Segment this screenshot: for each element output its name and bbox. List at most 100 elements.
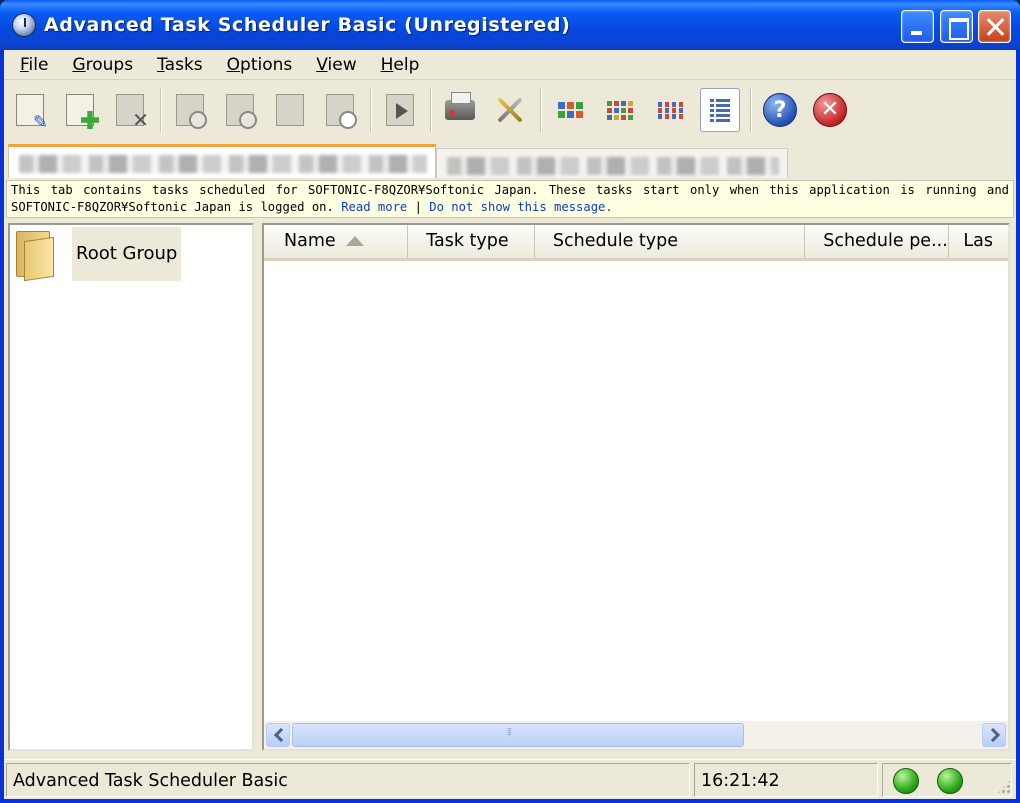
menu-view-mnemonic: V <box>316 54 328 75</box>
small-icons-view-button[interactable] <box>600 88 640 132</box>
column-name-label: Name <box>284 231 336 251</box>
copy-task-button[interactable] <box>60 88 100 132</box>
column-last-run-label: Las <box>963 231 993 251</box>
menu-help-rest: elp <box>393 54 420 75</box>
window-title: Advanced Task Scheduler Basic (Unregiste… <box>44 14 571 36</box>
tab-strip: ▓▓▓▓▓▓▓▓▓▓▓▓▓▓▓▓▓▓▓▓▓▓▓▓▓▓▓▓ ▓▓▓▓▓▓▓▓▓▓▓… <box>4 140 1016 180</box>
status-led-icon <box>937 767 963 794</box>
task-list[interactable]: Name Task type Schedule type Schedule pe… <box>262 223 1010 751</box>
column-schedule-period-label: Schedule pe... <box>823 231 948 251</box>
menu-options[interactable]: Options <box>215 50 305 80</box>
delete-task-button[interactable]: ✕ <box>110 88 150 132</box>
info-separator: | <box>414 200 422 214</box>
menu-tasks[interactable]: Tasks <box>145 50 215 80</box>
tools-icon <box>494 94 526 126</box>
column-task-type-label: Task type <box>426 231 509 251</box>
scroll-thumb[interactable] <box>292 723 744 747</box>
dismiss-message-link[interactable]: Do not show this message. <box>429 200 612 214</box>
print-button[interactable] <box>440 88 480 132</box>
tab-all-users[interactable]: ▓▓▓▓▓▓▓▓▓▓▓▓▓▓▓▓▓▓▓▓▓▓▓▓ <box>436 148 788 178</box>
task-schedule-button[interactable] <box>220 88 260 132</box>
tree-item-root-group[interactable]: Root Group <box>14 227 182 282</box>
large-icons-view-icon <box>557 102 583 118</box>
exit-button[interactable]: ✕ <box>810 88 850 132</box>
client-area: File Groups Tasks Options View Help ✎ ✕ <box>4 50 1016 799</box>
run-task-button[interactable] <box>380 88 420 132</box>
task-properties-icon <box>176 94 207 129</box>
column-header-last-run[interactable]: Las <box>949 225 1008 258</box>
details-view-icon <box>710 98 730 122</box>
task-schedule-icon <box>226 94 257 129</box>
menu-view[interactable]: View <box>304 50 368 80</box>
delete-task-icon: ✕ <box>116 94 149 130</box>
task-export-icon <box>276 94 304 126</box>
scroll-left-button[interactable] <box>266 723 290 747</box>
app-clock-icon[interactable] <box>12 13 36 37</box>
menu-groups[interactable]: Groups <box>60 50 145 80</box>
tools-button[interactable] <box>490 88 530 132</box>
folder-icon <box>14 229 58 282</box>
main-panes: Root Group Name Task type Schedule type … <box>4 221 1016 751</box>
run-task-icon <box>386 94 414 126</box>
task-preview-icon <box>326 94 357 129</box>
menu-bar: File Groups Tasks Options View Help <box>4 50 1016 80</box>
status-led-icon <box>893 767 919 794</box>
large-icons-view-button[interactable] <box>550 88 590 132</box>
toolbar-separator <box>750 88 752 132</box>
menu-groups-mnemonic: G <box>72 54 86 75</box>
copy-task-icon <box>66 94 99 129</box>
menu-options-mnemonic: O <box>226 54 241 75</box>
exit-icon: ✕ <box>813 93 847 127</box>
menu-view-rest: iew <box>327 54 357 75</box>
menu-help-mnemonic: H <box>380 54 394 75</box>
menu-file[interactable]: File <box>8 50 60 80</box>
list-view-icon <box>657 101 683 119</box>
task-properties-button[interactable] <box>170 88 210 132</box>
details-view-button[interactable] <box>700 88 740 132</box>
task-export-button[interactable] <box>270 88 310 132</box>
close-button[interactable] <box>978 10 1011 43</box>
list-header: Name Task type Schedule type Schedule pe… <box>264 225 1008 261</box>
column-header-schedule-period[interactable]: Schedule pe... <box>805 225 950 258</box>
tab-label-blurred: ▓▓▓▓▓▓▓▓▓▓▓▓▓▓▓▓▓▓▓▓▓▓▓▓▓▓▓▓ <box>19 155 427 173</box>
maximize-button[interactable] <box>940 10 973 43</box>
task-preview-button[interactable] <box>320 88 360 132</box>
toolbar-separator <box>160 88 162 132</box>
app-window: Advanced Task Scheduler Basic (Unregiste… <box>0 0 1020 803</box>
list-view-button[interactable] <box>650 88 690 132</box>
scroll-right-button[interactable] <box>982 723 1006 747</box>
minimize-button[interactable] <box>901 10 934 43</box>
tab-label-blurred: ▓▓▓▓▓▓▓▓▓▓▓▓▓▓▓▓▓▓▓▓▓▓▓▓ <box>447 157 779 175</box>
small-icons-view-icon <box>607 100 633 120</box>
toolbar-separator <box>540 88 542 132</box>
toolbar: ✎ ✕ ? ✕ <box>4 80 1016 140</box>
menu-options-rest: ptions <box>240 54 293 75</box>
column-header-schedule-type[interactable]: Schedule type <box>535 225 806 258</box>
group-tree[interactable]: Root Group <box>8 223 254 751</box>
toolbar-separator <box>430 88 432 132</box>
status-text: Advanced Task Scheduler Basic <box>6 762 690 797</box>
column-header-name[interactable]: Name <box>264 225 409 258</box>
menu-file-rest: ile <box>28 54 49 75</box>
new-task-button[interactable]: ✎ <box>10 88 50 132</box>
column-header-task-type[interactable]: Task type <box>408 225 535 258</box>
menu-tasks-mnemonic: T <box>157 54 165 75</box>
help-button[interactable]: ? <box>760 88 800 132</box>
title-bar[interactable]: Advanced Task Scheduler Basic (Unregiste… <box>0 0 1020 50</box>
status-time: 16:21:42 <box>694 762 878 797</box>
toolbar-separator <box>370 88 372 132</box>
tree-item-label: Root Group <box>72 227 182 281</box>
menu-tasks-rest: asks <box>164 54 203 75</box>
status-indicators <box>882 762 1012 797</box>
new-task-icon: ✎ <box>16 94 48 132</box>
status-bar: Advanced Task Scheduler Basic 16:21:42 <box>4 759 1016 799</box>
horizontal-scrollbar[interactable] <box>264 721 1008 749</box>
read-more-link[interactable]: Read more <box>341 200 407 214</box>
menu-groups-rest: roups <box>85 54 134 75</box>
tab-current-user[interactable]: ▓▓▓▓▓▓▓▓▓▓▓▓▓▓▓▓▓▓▓▓▓▓▓▓▓▓▓▓ <box>8 144 436 178</box>
menu-help[interactable]: Help <box>369 50 432 80</box>
help-icon: ? <box>763 93 797 127</box>
printer-icon <box>445 92 475 120</box>
column-schedule-type-label: Schedule type <box>552 231 678 251</box>
sort-ascending-icon <box>346 236 364 246</box>
